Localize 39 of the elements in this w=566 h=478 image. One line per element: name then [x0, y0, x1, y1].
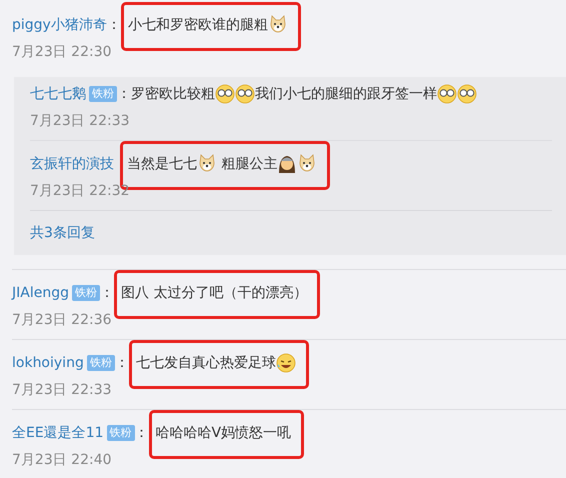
comment-text: 我们小七的腿细的跟牙签一样 — [255, 85, 437, 104]
comment-text: 当然是七七 — [127, 155, 197, 174]
timestamp: 7月23日 22:36 — [12, 311, 112, 329]
glasses-face-icon — [457, 84, 477, 104]
colon: ： — [134, 424, 149, 443]
glasses-face-icon — [215, 84, 235, 104]
user-name[interactable]: JIAlengg — [12, 282, 69, 304]
timestamp: 7月23日 22:32 — [30, 182, 130, 200]
comment-text: 粗腿公主 — [220, 155, 278, 174]
comment-text: 小七和罗密欧谁的腿粗 — [128, 16, 268, 35]
glasses-face-icon — [235, 84, 255, 104]
user-name[interactable]: 玄振轩的演技 — [30, 153, 114, 175]
dog-face-icon — [297, 154, 318, 174]
fan-badge: 铁粉 — [86, 355, 115, 371]
timestamp: 7月23日 22:33 — [12, 381, 112, 399]
fan-badge: 铁粉 — [72, 285, 100, 301]
user-name[interactable]: lokhoiying — [12, 352, 84, 374]
dog-face-icon — [197, 154, 217, 174]
colon: ： — [114, 354, 129, 373]
girl-icon — [277, 154, 298, 174]
comment-text: 罗密欧比较粗 — [131, 85, 215, 104]
dog-face-icon — [268, 15, 288, 35]
glasses-face-icon — [437, 84, 457, 104]
more-replies-link[interactable]: 共3条回复 — [30, 210, 552, 243]
colon: ： — [100, 284, 114, 303]
timestamp: 7月23日 22:33 — [30, 112, 130, 130]
colon: ： — [117, 85, 131, 104]
colon: ： — [106, 16, 121, 35]
timestamp: 7月23日 22:30 — [12, 43, 112, 61]
comment-text: 七七发自真心热爱足球 — [136, 354, 276, 373]
fan-badge: 铁粉 — [89, 86, 117, 102]
timestamp: 7月23日 22:40 — [12, 451, 112, 469]
fan-badge: 铁粉 — [106, 425, 135, 441]
comment-text: 哈哈哈哈V妈愤怒一吼 — [156, 424, 292, 443]
user-name[interactable]: 全EE還是全11 — [12, 422, 104, 444]
comment-text: 图八 太过分了吧（干的漂亮） — [120, 284, 308, 303]
user-name[interactable]: piggy小猪沛奇 — [12, 14, 107, 36]
user-name[interactable]: 七七七鹅 — [30, 83, 86, 105]
laughing-face-icon — [276, 353, 296, 373]
